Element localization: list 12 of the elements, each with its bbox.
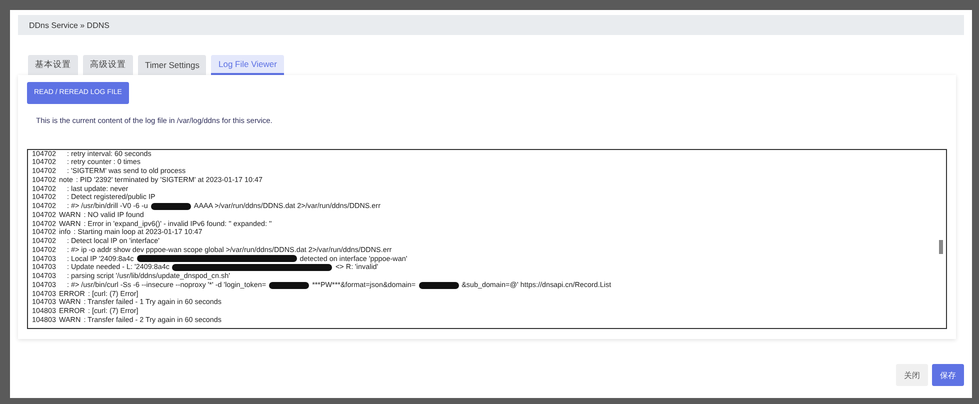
breadcrumb: DDns Service » DDNS	[29, 20, 110, 30]
close-button[interactable]: 关闭	[896, 364, 928, 386]
tab[interactable]: Log File Viewer	[211, 55, 284, 75]
redaction-mark	[150, 202, 191, 210]
redaction-mark	[418, 282, 459, 289]
tab[interactable]: 高级设置	[83, 55, 133, 75]
save-button[interactable]: 保存	[932, 364, 964, 386]
tab[interactable]: Timer Settings	[138, 55, 206, 75]
redaction-mark	[269, 282, 310, 289]
tab[interactable]: 基本设置	[28, 55, 78, 75]
scrollbar-thumb[interactable]	[939, 240, 943, 254]
log-textarea[interactable]	[27, 148, 947, 328]
